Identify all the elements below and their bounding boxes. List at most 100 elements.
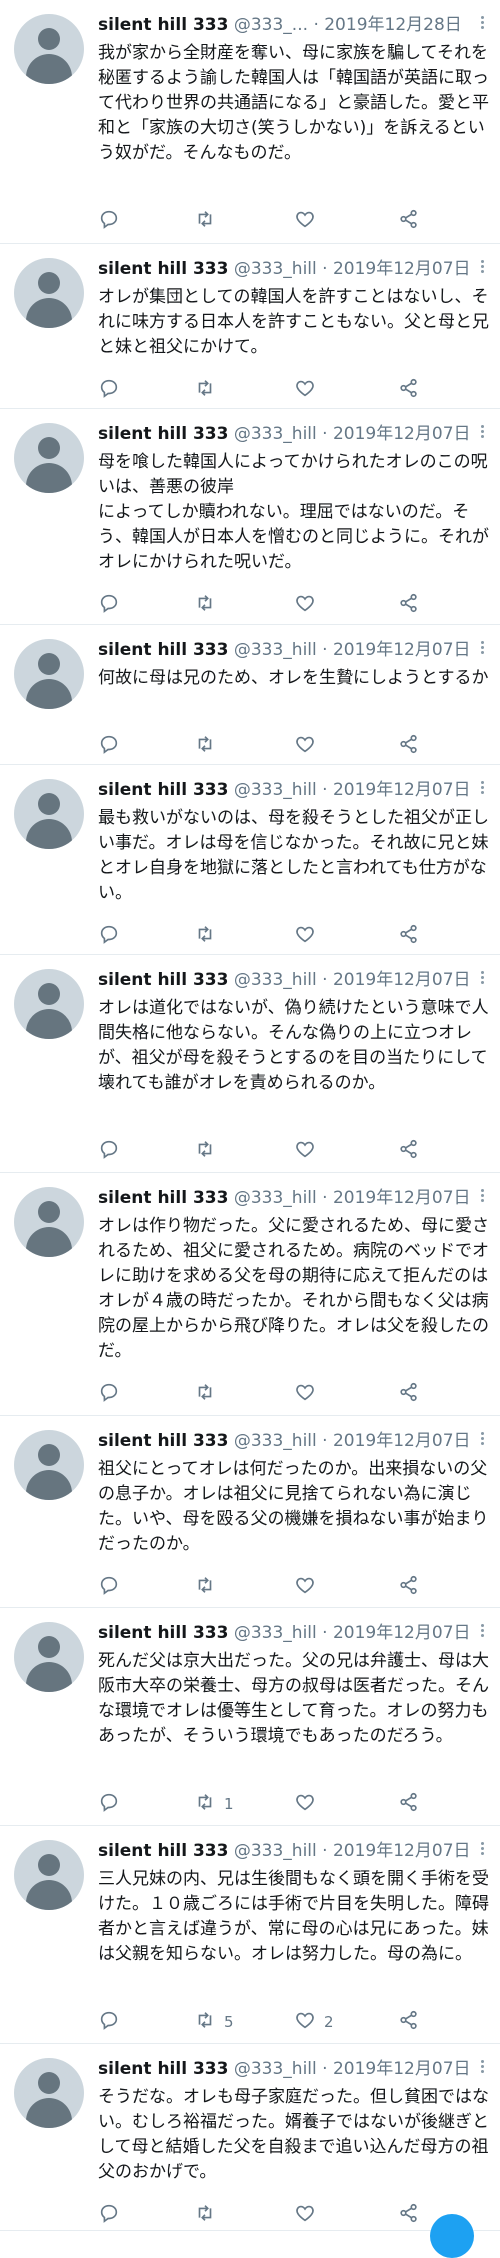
more-options-icon[interactable] xyxy=(476,1624,488,1640)
like-button[interactable] xyxy=(294,209,324,233)
tweet[interactable]: silent hill 333 @333_... · 2019年12月28日 我… xyxy=(0,0,500,244)
share-button[interactable] xyxy=(398,2010,420,2034)
user-handle[interactable]: @333_hill xyxy=(234,1623,317,1643)
avatar[interactable] xyxy=(14,2058,84,2128)
tweet[interactable]: silent hill 333 @333_hill · 2019年12月07日 … xyxy=(0,409,500,625)
avatar[interactable] xyxy=(14,258,84,328)
user-name[interactable]: silent hill 333 xyxy=(98,1188,228,1208)
user-name[interactable]: silent hill 333 xyxy=(98,424,228,444)
share-button[interactable] xyxy=(398,1792,420,1816)
retweet-button[interactable] xyxy=(194,924,224,948)
user-handle[interactable]: @333_hill xyxy=(234,424,317,444)
reply-button[interactable] xyxy=(98,1139,120,1163)
more-options-icon[interactable] xyxy=(476,1189,488,1205)
avatar[interactable] xyxy=(14,639,84,709)
share-button[interactable] xyxy=(398,734,420,758)
retweet-button[interactable] xyxy=(194,1575,224,1599)
tweet-date[interactable]: · 2019年12月07日 xyxy=(322,259,470,279)
tweet-date[interactable]: · 2019年12月07日 xyxy=(322,2059,470,2079)
tweet-date[interactable]: · 2019年12月07日 xyxy=(322,1431,470,1451)
like-button[interactable] xyxy=(294,734,324,758)
more-options-icon[interactable] xyxy=(476,781,488,797)
like-button[interactable] xyxy=(294,1575,324,1599)
more-options-icon[interactable] xyxy=(476,425,488,441)
retweet-button[interactable]: 1 xyxy=(194,1792,234,1816)
reply-button[interactable] xyxy=(98,593,120,617)
user-name[interactable]: silent hill 333 xyxy=(98,259,228,279)
more-options-icon[interactable] xyxy=(476,16,488,32)
reply-button[interactable] xyxy=(98,1792,120,1816)
share-button[interactable] xyxy=(398,1382,420,1406)
avatar[interactable] xyxy=(14,1840,84,1910)
like-button[interactable] xyxy=(294,593,324,617)
more-options-icon[interactable] xyxy=(476,1842,488,1858)
user-handle[interactable]: @333_... xyxy=(234,15,308,35)
reply-button[interactable] xyxy=(98,1382,120,1406)
reply-button[interactable] xyxy=(98,734,120,758)
reply-button[interactable] xyxy=(98,1575,120,1599)
share-button[interactable] xyxy=(398,924,420,948)
user-handle[interactable]: @333_hill xyxy=(234,1431,317,1451)
like-button[interactable] xyxy=(294,1139,324,1163)
tweet-date[interactable]: · 2019年12月07日 xyxy=(322,970,470,990)
tweet[interactable]: silent hill 333 @333_hill · 2019年12月07日 … xyxy=(0,1608,500,1826)
user-name[interactable]: silent hill 333 xyxy=(98,2059,228,2079)
like-button[interactable]: 2 xyxy=(294,2010,334,2034)
user-handle[interactable]: @333_hill xyxy=(234,2059,317,2079)
retweet-button[interactable] xyxy=(194,378,224,402)
tweet-date[interactable]: · 2019年12月07日 xyxy=(322,1623,470,1643)
tweet-date[interactable]: · 2019年12月07日 xyxy=(322,1841,470,1861)
avatar[interactable] xyxy=(14,1622,84,1692)
like-button[interactable] xyxy=(294,924,324,948)
avatar[interactable] xyxy=(14,969,84,1039)
share-button[interactable] xyxy=(398,2203,420,2227)
more-options-icon[interactable] xyxy=(476,641,488,657)
like-button[interactable] xyxy=(294,2203,324,2227)
user-name[interactable]: silent hill 333 xyxy=(98,1623,228,1643)
tweet-date[interactable]: · 2019年12月07日 xyxy=(322,1188,470,1208)
reply-button[interactable] xyxy=(98,209,120,233)
retweet-button[interactable] xyxy=(194,1382,224,1406)
share-button[interactable] xyxy=(398,1575,420,1599)
reply-button[interactable] xyxy=(98,924,120,948)
user-handle[interactable]: @333_hill xyxy=(234,1841,317,1861)
avatar[interactable] xyxy=(14,423,84,493)
user-name[interactable]: silent hill 333 xyxy=(98,1841,228,1861)
retweet-button[interactable]: 5 xyxy=(194,2010,234,2034)
tweet[interactable]: silent hill 333 @333_hill · 2019年12月07日 … xyxy=(0,765,500,955)
like-button[interactable] xyxy=(294,1382,324,1406)
more-options-icon[interactable] xyxy=(476,2060,488,2076)
tweet[interactable]: silent hill 333 @333_hill · 2019年12月07日 … xyxy=(0,1416,500,1608)
share-button[interactable] xyxy=(398,378,420,402)
user-handle[interactable]: @333_hill xyxy=(234,259,317,279)
more-options-icon[interactable] xyxy=(476,971,488,987)
user-name[interactable]: silent hill 333 xyxy=(98,640,228,660)
user-handle[interactable]: @333_hill xyxy=(234,1188,317,1208)
tweet[interactable]: silent hill 333 @333_hill · 2019年12月07日 … xyxy=(0,625,500,765)
user-handle[interactable]: @333_hill xyxy=(234,640,317,660)
more-options-icon[interactable] xyxy=(476,260,488,276)
tweet-date[interactable]: · 2019年12月07日 xyxy=(322,640,470,660)
user-handle[interactable]: @333_hill xyxy=(234,970,317,990)
avatar[interactable] xyxy=(14,779,84,849)
more-options-icon[interactable] xyxy=(476,1432,488,1448)
retweet-button[interactable] xyxy=(194,1139,224,1163)
user-name[interactable]: silent hill 333 xyxy=(98,970,228,990)
tweet[interactable]: silent hill 333 @333_hill · 2019年12月07日 … xyxy=(0,1173,500,1416)
like-button[interactable] xyxy=(294,1792,324,1816)
share-button[interactable] xyxy=(398,1139,420,1163)
avatar[interactable] xyxy=(14,1430,84,1500)
tweet-date[interactable]: · 2019年12月28日 xyxy=(313,15,461,35)
tweet[interactable]: silent hill 333 @333_hill · 2019年12月07日 … xyxy=(0,1826,500,2044)
user-name[interactable]: silent hill 333 xyxy=(98,15,228,35)
like-button[interactable] xyxy=(294,378,324,402)
share-button[interactable] xyxy=(398,209,420,233)
tweet[interactable]: silent hill 333 @333_hill · 2019年12月07日 … xyxy=(0,955,500,1173)
user-name[interactable]: silent hill 333 xyxy=(98,1431,228,1451)
user-handle[interactable]: @333_hill xyxy=(234,780,317,800)
compose-tweet-button[interactable] xyxy=(430,2214,474,2258)
reply-button[interactable] xyxy=(98,2010,120,2034)
tweet-date[interactable]: · 2019年12月07日 xyxy=(322,424,470,444)
user-name[interactable]: silent hill 333 xyxy=(98,780,228,800)
tweet[interactable]: silent hill 333 @333_hill · 2019年12月07日 … xyxy=(0,2044,500,2231)
